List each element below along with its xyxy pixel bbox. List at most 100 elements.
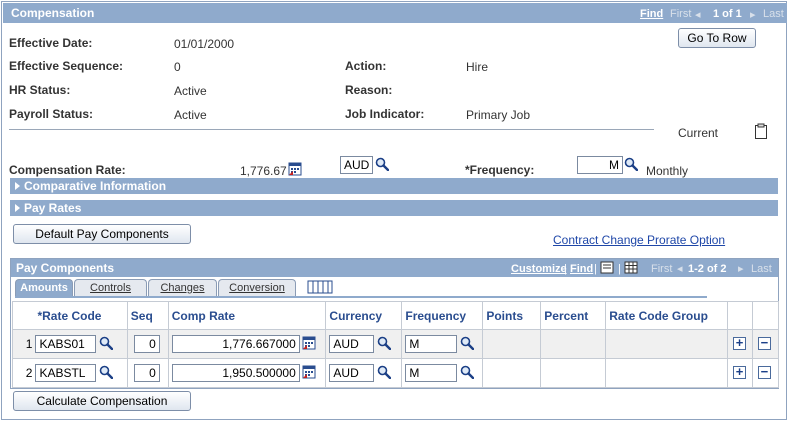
tab-changes[interactable]: Changes: [148, 279, 217, 296]
tab-amounts[interactable]: Amounts: [15, 279, 73, 296]
effective-date-label: Effective Date:: [9, 36, 93, 50]
points-cell: [482, 329, 542, 359]
effective-sequence-value: 0: [174, 60, 181, 74]
col-rate-code-group: Rate Code Group: [605, 301, 729, 330]
comp-rate-value: 1,776.67: [240, 164, 287, 178]
pay-components-title: Pay Components: [16, 261, 115, 275]
delete-row-icon[interactable]: −: [757, 336, 771, 350]
payroll-status-value: Active: [174, 108, 207, 122]
grid-first-link[interactable]: First: [651, 263, 672, 275]
frequency-input[interactable]: M: [405, 364, 458, 382]
add-row-icon[interactable]: +: [733, 336, 747, 350]
go-to-row-button[interactable]: Go To Row: [678, 28, 756, 48]
grid-last-link[interactable]: Last: [751, 263, 772, 275]
frequency-lookup-icon[interactable]: [624, 157, 638, 171]
row-number: 1: [12, 329, 35, 359]
currency-lookup-icon[interactable]: [377, 365, 391, 379]
comparative-information-header[interactable]: Comparative Information: [10, 178, 778, 194]
currency-input[interactable]: AUD: [329, 335, 375, 353]
delete-row-icon[interactable]: −: [757, 365, 771, 379]
last-link[interactable]: Last: [763, 8, 784, 20]
pay-components-grid: Pay Components Customize | Find | | Firs…: [10, 258, 780, 389]
hr-status-label: HR Status:: [9, 83, 71, 97]
percent-cell: [540, 329, 607, 359]
calculator-icon[interactable]: [302, 336, 316, 350]
rate-code-group-cell: [605, 358, 729, 388]
first-link[interactable]: First: [670, 8, 691, 20]
rate-code-lookup-icon[interactable]: [99, 336, 113, 350]
col-percent: Percent: [540, 301, 607, 330]
col-comp-rate: Comp Rate: [167, 301, 327, 330]
grid-row-count: 1-2 of 2: [688, 263, 727, 275]
expand-arrow-icon[interactable]: [15, 182, 20, 190]
add-row-icon[interactable]: +: [733, 365, 747, 379]
rate-code-input[interactable]: KABS01: [35, 335, 97, 353]
comp-rate-label: Compensation Rate:: [9, 163, 126, 177]
pay-rates-header[interactable]: Pay Rates: [10, 200, 778, 216]
action-label: Action:: [345, 59, 387, 73]
frequency-description: Monthly: [646, 164, 689, 178]
comparative-information-title: Comparative Information: [24, 179, 167, 193]
table-row: 2 KABSTL 0 1,950.500000 AUD M + −: [12, 358, 780, 388]
effective-sequence-label: Effective Sequence:: [9, 59, 124, 73]
table-row: 1 KABS01 0 1,776.667000 AUD M + −: [12, 329, 780, 359]
next-arrow-icon[interactable]: ▸: [750, 8, 756, 21]
seq-input[interactable]: 0: [133, 364, 160, 382]
calculate-compensation-button[interactable]: Calculate Compensation: [13, 391, 191, 411]
view-all-icon[interactable]: [600, 261, 614, 274]
grid-find-link[interactable]: Find: [570, 263, 593, 275]
percent-cell: [540, 358, 607, 388]
comp-rate-input[interactable]: 1,950.500000: [171, 364, 300, 382]
col-seq: Seq: [126, 301, 169, 330]
grid-prev-arrow-icon[interactable]: ◂: [677, 262, 683, 275]
col-frequency: Frequency: [401, 301, 484, 330]
row-number: 2: [12, 358, 35, 388]
expand-arrow-icon[interactable]: [15, 204, 20, 212]
default-pay-components-button[interactable]: Default Pay Components: [13, 224, 191, 244]
job-indicator-label: Job Indicator:: [345, 107, 425, 121]
tab-conversion[interactable]: Conversion: [218, 279, 296, 296]
calculator-icon[interactable]: [288, 162, 302, 176]
job-indicator-value: Primary Job: [466, 108, 531, 122]
grid-next-arrow-icon[interactable]: ▸: [738, 262, 744, 275]
reason-label: Reason:: [345, 83, 393, 97]
hr-status-value: Active: [174, 84, 207, 98]
pay-components-table: *Rate Code Seq Comp Rate Currency Freque…: [12, 301, 780, 388]
col-rate-code: *Rate Code: [34, 301, 128, 330]
currency-input[interactable]: AUD: [340, 156, 373, 174]
compensation-header: Compensation Find First ◂ 1 of 1 ▸ Last: [3, 3, 787, 23]
points-cell: [482, 358, 542, 388]
frequency-lookup-icon[interactable]: [460, 336, 474, 350]
currency-input[interactable]: AUD: [329, 364, 375, 382]
prev-arrow-icon[interactable]: ◂: [695, 8, 701, 21]
table-header-row: *Rate Code Seq Comp Rate Currency Freque…: [12, 301, 780, 330]
tab-underline: [15, 296, 707, 298]
frequency-label: *Frequency:: [465, 163, 535, 177]
customize-link[interactable]: Customize: [511, 263, 567, 275]
clipboard-icon[interactable]: [754, 123, 768, 139]
rate-code-lookup-icon[interactable]: [99, 365, 113, 379]
compensation-panel: Compensation Find First ◂ 1 of 1 ▸ Last …: [1, 1, 787, 420]
effective-date-value: 01/01/2000: [174, 37, 235, 51]
tab-controls[interactable]: Controls: [74, 279, 147, 296]
payroll-status-label: Payroll Status:: [9, 107, 94, 121]
currency-lookup-icon[interactable]: [377, 336, 391, 350]
currency-lookup-icon[interactable]: [375, 157, 389, 171]
calculator-icon[interactable]: [302, 365, 316, 379]
divider: [9, 129, 654, 130]
pay-rates-title: Pay Rates: [24, 201, 82, 215]
rate-code-input[interactable]: KABSTL: [35, 364, 97, 382]
grid-download-icon[interactable]: [624, 261, 638, 274]
show-all-columns-icon[interactable]: [307, 280, 333, 294]
comp-rate-input[interactable]: 1,776.667000: [171, 335, 300, 353]
contract-change-prorate-link[interactable]: Contract Change Prorate Option: [553, 233, 725, 247]
col-points: Points: [482, 301, 542, 330]
current-status: Current: [678, 126, 719, 140]
frequency-input[interactable]: M: [405, 335, 458, 353]
find-link[interactable]: Find: [640, 8, 663, 20]
frequency-input[interactable]: M: [577, 156, 623, 174]
row-count: 1 of 1: [713, 8, 742, 20]
rate-code-group-cell: [605, 329, 729, 359]
seq-input[interactable]: 0: [133, 335, 160, 353]
frequency-lookup-icon[interactable]: [460, 365, 474, 379]
